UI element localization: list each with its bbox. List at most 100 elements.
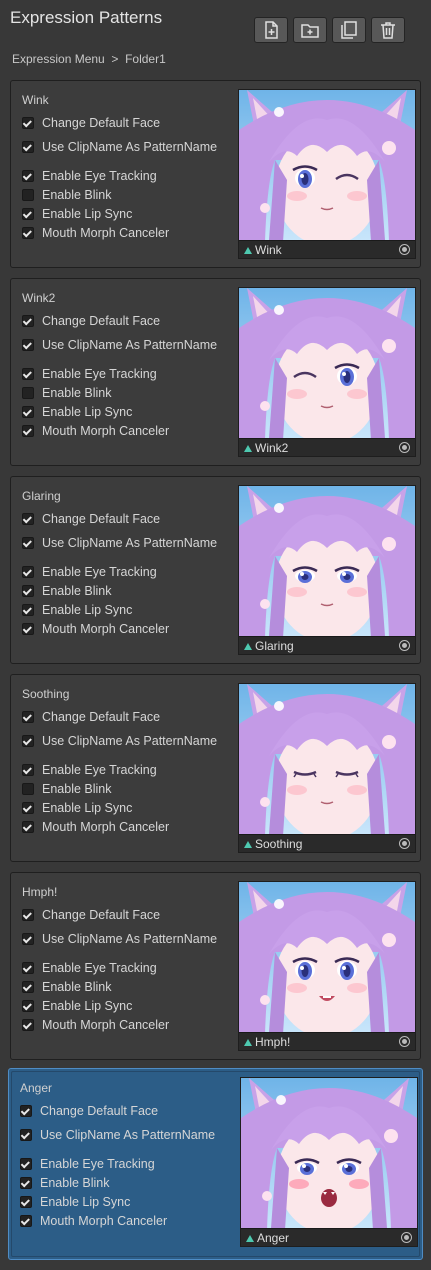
checkbox[interactable] — [22, 735, 34, 747]
checkbox[interactable] — [20, 1177, 32, 1189]
option-eye-tracking[interactable]: Enable Eye Tracking — [22, 565, 157, 579]
option-blink[interactable]: Enable Blink — [22, 188, 112, 202]
checkbox[interactable] — [22, 909, 34, 921]
option-eye-tracking[interactable]: Enable Eye Tracking — [22, 763, 157, 777]
checkbox[interactable] — [22, 566, 34, 578]
checkbox[interactable] — [22, 513, 34, 525]
clip-field[interactable]: Hmph! — [239, 1032, 415, 1050]
checkbox[interactable] — [22, 585, 34, 597]
option-eye-tracking[interactable]: Enable Eye Tracking — [22, 169, 157, 183]
option-change-default-face[interactable]: Change Default Face — [22, 512, 160, 526]
checkbox[interactable] — [20, 1196, 32, 1208]
clip-preview[interactable]: Wink — [238, 89, 416, 259]
pattern-card[interactable]: Wink2 Change Default Face Use ClipName A… — [10, 278, 421, 466]
clip-preview[interactable]: Wink2 — [238, 287, 416, 457]
option-use-clipname[interactable]: Use ClipName As PatternName — [22, 734, 217, 748]
checkbox[interactable] — [22, 821, 34, 833]
checkbox[interactable] — [20, 1158, 32, 1170]
option-blink[interactable]: Enable Blink — [22, 386, 112, 400]
object-picker-icon[interactable] — [399, 1036, 410, 1047]
delete-button[interactable] — [371, 17, 405, 43]
option-change-default-face[interactable]: Change Default Face — [22, 908, 160, 922]
clip-field[interactable]: Wink2 — [239, 438, 415, 456]
clip-field[interactable]: Soothing — [239, 834, 415, 852]
add-pattern-button[interactable] — [254, 17, 288, 43]
option-mouth-canceler[interactable]: Mouth Morph Canceler — [20, 1214, 167, 1228]
pattern-card[interactable]: Wink Change Default Face Use ClipName As… — [10, 80, 421, 268]
option-use-clipname[interactable]: Use ClipName As PatternName — [22, 338, 217, 352]
checkbox[interactable] — [22, 711, 34, 723]
checkbox[interactable] — [22, 764, 34, 776]
clip-field[interactable]: Anger — [241, 1228, 417, 1246]
option-blink[interactable]: Enable Blink — [22, 980, 112, 994]
checkbox[interactable] — [22, 117, 34, 129]
checkbox[interactable] — [20, 1129, 32, 1141]
checkbox[interactable] — [22, 933, 34, 945]
pattern-card[interactable]: Anger Change Default Face Use ClipName A… — [8, 1068, 423, 1260]
option-mouth-canceler[interactable]: Mouth Morph Canceler — [22, 820, 169, 834]
checkbox[interactable] — [22, 962, 34, 974]
clip-preview[interactable]: Hmph! — [238, 881, 416, 1051]
option-mouth-canceler[interactable]: Mouth Morph Canceler — [22, 424, 169, 438]
checkbox[interactable] — [22, 802, 34, 814]
breadcrumb-root[interactable]: Expression Menu — [12, 52, 105, 66]
checkbox[interactable] — [22, 406, 34, 418]
option-change-default-face[interactable]: Change Default Face — [22, 314, 160, 328]
checkbox[interactable] — [22, 981, 34, 993]
clip-preview[interactable]: Anger — [240, 1077, 418, 1247]
object-picker-icon[interactable] — [399, 442, 410, 453]
option-blink[interactable]: Enable Blink — [22, 584, 112, 598]
clip-preview[interactable]: Glaring — [238, 485, 416, 655]
checkbox[interactable] — [22, 227, 34, 239]
object-picker-icon[interactable] — [399, 838, 410, 849]
option-lip-sync[interactable]: Enable Lip Sync — [20, 1195, 130, 1209]
option-change-default-face[interactable]: Change Default Face — [22, 710, 160, 724]
pattern-card[interactable]: Soothing Change Default Face Use ClipNam… — [10, 674, 421, 862]
clip-field[interactable]: Wink — [239, 240, 415, 258]
option-mouth-canceler[interactable]: Mouth Morph Canceler — [22, 226, 169, 240]
object-picker-icon[interactable] — [401, 1232, 412, 1243]
checkbox[interactable] — [20, 1215, 32, 1227]
option-eye-tracking[interactable]: Enable Eye Tracking — [22, 961, 157, 975]
option-use-clipname[interactable]: Use ClipName As PatternName — [22, 140, 217, 154]
option-lip-sync[interactable]: Enable Lip Sync — [22, 207, 132, 221]
checkbox[interactable] — [22, 425, 34, 437]
pattern-card[interactable]: Glaring Change Default Face Use ClipName… — [10, 476, 421, 664]
checkbox[interactable] — [22, 170, 34, 182]
checkbox[interactable] — [22, 387, 34, 399]
object-picker-icon[interactable] — [399, 244, 410, 255]
option-use-clipname[interactable]: Use ClipName As PatternName — [20, 1128, 215, 1142]
checkbox[interactable] — [22, 315, 34, 327]
option-eye-tracking[interactable]: Enable Eye Tracking — [22, 367, 157, 381]
copy-button[interactable] — [332, 17, 366, 43]
checkbox[interactable] — [22, 1019, 34, 1031]
checkbox[interactable] — [22, 141, 34, 153]
option-blink[interactable]: Enable Blink — [20, 1176, 110, 1190]
checkbox[interactable] — [22, 623, 34, 635]
checkbox[interactable] — [22, 189, 34, 201]
option-lip-sync[interactable]: Enable Lip Sync — [22, 405, 132, 419]
breadcrumb-current[interactable]: Folder1 — [125, 52, 166, 66]
option-blink[interactable]: Enable Blink — [22, 782, 112, 796]
checkbox[interactable] — [22, 537, 34, 549]
option-change-default-face[interactable]: Change Default Face — [22, 116, 160, 130]
checkbox[interactable] — [20, 1105, 32, 1117]
option-change-default-face[interactable]: Change Default Face — [20, 1104, 158, 1118]
option-mouth-canceler[interactable]: Mouth Morph Canceler — [22, 1018, 169, 1032]
option-eye-tracking[interactable]: Enable Eye Tracking — [20, 1157, 155, 1171]
option-use-clipname[interactable]: Use ClipName As PatternName — [22, 536, 217, 550]
checkbox[interactable] — [22, 783, 34, 795]
checkbox[interactable] — [22, 339, 34, 351]
add-folder-button[interactable] — [293, 17, 327, 43]
checkbox[interactable] — [22, 604, 34, 616]
clip-field[interactable]: Glaring — [239, 636, 415, 654]
option-use-clipname[interactable]: Use ClipName As PatternName — [22, 932, 217, 946]
clip-preview[interactable]: Soothing — [238, 683, 416, 853]
option-lip-sync[interactable]: Enable Lip Sync — [22, 603, 132, 617]
option-mouth-canceler[interactable]: Mouth Morph Canceler — [22, 622, 169, 636]
checkbox[interactable] — [22, 368, 34, 380]
checkbox[interactable] — [22, 1000, 34, 1012]
option-lip-sync[interactable]: Enable Lip Sync — [22, 801, 132, 815]
object-picker-icon[interactable] — [399, 640, 410, 651]
checkbox[interactable] — [22, 208, 34, 220]
